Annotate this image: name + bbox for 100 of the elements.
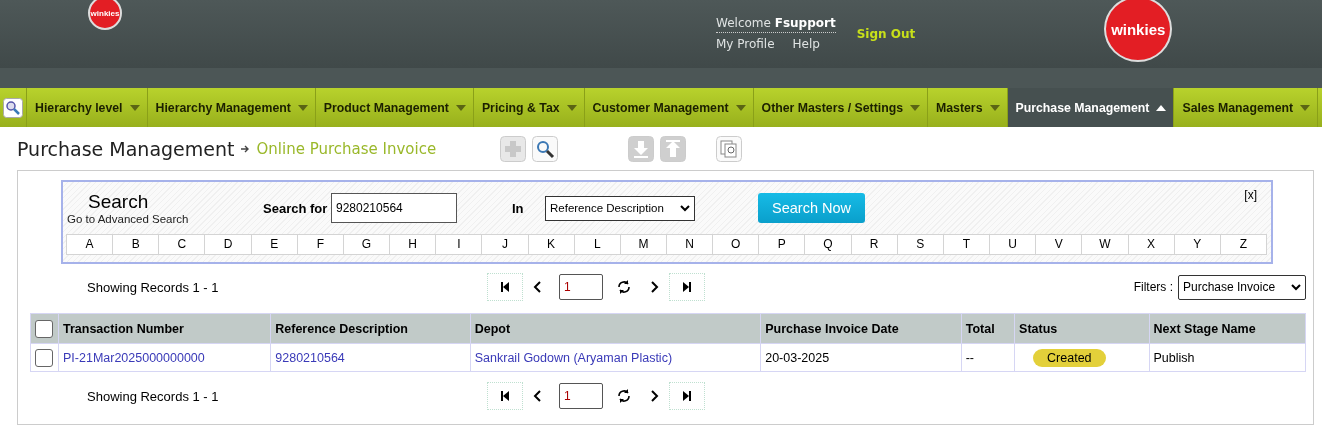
letter-filter[interactable]: U [989,234,1037,255]
table-link[interactable]: Sankrail Godown (Aryaman Plastic) [470,343,761,372]
caret-icon [297,104,308,111]
arrow-right-icon [240,143,251,154]
chevron-right-icon [648,281,660,293]
status-badge: Created [1033,348,1106,367]
table-cell: -- [961,343,1015,372]
letter-filter[interactable]: W [1081,234,1129,255]
letter-filter[interactable]: O [712,234,760,255]
last-icon [681,390,693,402]
advanced-search-link[interactable]: Go to Advanced Search [67,213,263,225]
filter-dropdown[interactable]: Purchase Invoice [1178,274,1306,300]
search-title: Search [88,191,150,213]
letter-filter[interactable]: E [250,234,298,255]
letter-filter[interactable]: K [527,234,575,255]
table-link[interactable]: PI-21Mar2025000000000 [58,343,271,372]
logo: winkies [88,0,122,30]
last-icon [681,281,693,293]
caret-icon [455,104,466,111]
letter-filter[interactable]: X [1127,234,1175,255]
letter-filter[interactable]: I [435,234,483,255]
letter-filter[interactable]: H [389,234,437,255]
letter-filter[interactable]: S [896,234,944,255]
nav-menu-item[interactable]: Purchase Management [1007,88,1175,127]
search-label: Search for [263,200,329,216]
chevron-down-icon [1291,283,1301,291]
column-header: Transaction Number [58,313,271,344]
select-all-checkbox[interactable] [35,319,53,338]
letter-filter[interactable]: F [296,234,344,255]
letter-filter[interactable]: V [1035,234,1083,255]
column-header: Status [1014,313,1149,344]
section-title: Purchase Management [17,137,235,160]
letter-filter[interactable]: Q [804,234,852,255]
column-header: Total [961,313,1015,344]
header-link[interactable]: Help [792,37,820,51]
refresh-icon [616,279,632,295]
welcome-text: Welcome Fsupport [716,16,836,33]
page-title: Online Purchase Invoice [256,139,437,158]
caret-icon [129,104,140,111]
letter-filter[interactable]: P [758,234,806,255]
filters-label: Filters : [1133,280,1173,294]
nav-menu-item[interactable]: Hierarchy Management [147,88,316,127]
letter-filter[interactable]: M [619,234,667,255]
chevron-left-icon [532,390,544,402]
letter-filter[interactable]: L [573,234,621,255]
nav-menu-item[interactable]: Masters [928,88,1008,127]
table-link[interactable]: 9280210564 [270,343,471,372]
logo: winkies [1104,0,1173,62]
header-link[interactable]: My Profile [716,37,775,51]
sign-out-link[interactable]: Sign Out [856,27,916,68]
page-input[interactable]: 1 [559,274,603,300]
first-page-button[interactable] [487,273,523,301]
chevron-left-icon [532,281,544,293]
letter-filter[interactable]: J [481,234,529,255]
column-header: Purchase Invoice Date [760,313,962,344]
first-icon [499,281,511,293]
nav-menu-item[interactable]: Product Management [315,88,474,127]
caret-icon [735,104,746,111]
column-header: Reference Description [270,313,471,344]
letter-filter[interactable]: R [850,234,898,255]
letter-filter[interactable]: A [66,234,114,255]
search-input[interactable]: 9280210564 [331,193,457,223]
nav-menu-item[interactable]: Other Masters / Settings [753,88,928,127]
close-button[interactable]: [x] [1244,188,1257,202]
chevron-right-icon [648,390,660,402]
search-icon[interactable] [532,135,559,162]
records-count: Showing Records 1 - 1 [86,279,220,295]
caret-icon [1156,104,1167,111]
column-header: Next Stage Name [1149,313,1306,344]
caret-icon [910,104,920,111]
caret-icon [989,104,1000,111]
chevron-down-icon [680,204,690,212]
column-header: Depot [470,313,761,344]
nav-menu-item[interactable]: Sales Management [1174,88,1319,127]
nav-menu-item[interactable]: Hierarchy level [27,88,148,127]
in-label: In [512,200,525,216]
table-cell: 20-03-2025 [760,343,962,372]
table-cell: Publish [1149,343,1306,372]
search-field-dropdown[interactable]: Reference Description [545,195,695,221]
last-page-button[interactable] [669,382,705,410]
first-page-button[interactable] [487,382,523,410]
row-checkbox[interactable] [35,348,53,367]
copy-icon[interactable] [716,135,743,162]
caret-icon [566,104,577,111]
nav-menu-item[interactable]: Customer Management [584,88,754,127]
last-page-button[interactable] [669,273,705,301]
letter-filter[interactable]: Y [1173,234,1221,255]
letter-filter[interactable]: G [342,234,391,255]
refresh-icon [616,388,632,404]
letter-filter[interactable]: C [158,234,206,255]
records-count: Showing Records 1 - 1 [86,388,220,404]
letter-filter[interactable]: B [112,234,160,255]
letter-filter[interactable]: Z [1219,234,1267,255]
letter-filter[interactable]: N [666,234,714,255]
first-icon [499,390,511,402]
nav-menu-item[interactable]: Pricing & Tax [473,88,585,127]
letter-filter[interactable]: D [204,234,252,255]
caret-icon [1300,104,1311,111]
letter-filter[interactable]: T [942,234,991,255]
page-input[interactable]: 1 [559,383,603,409]
